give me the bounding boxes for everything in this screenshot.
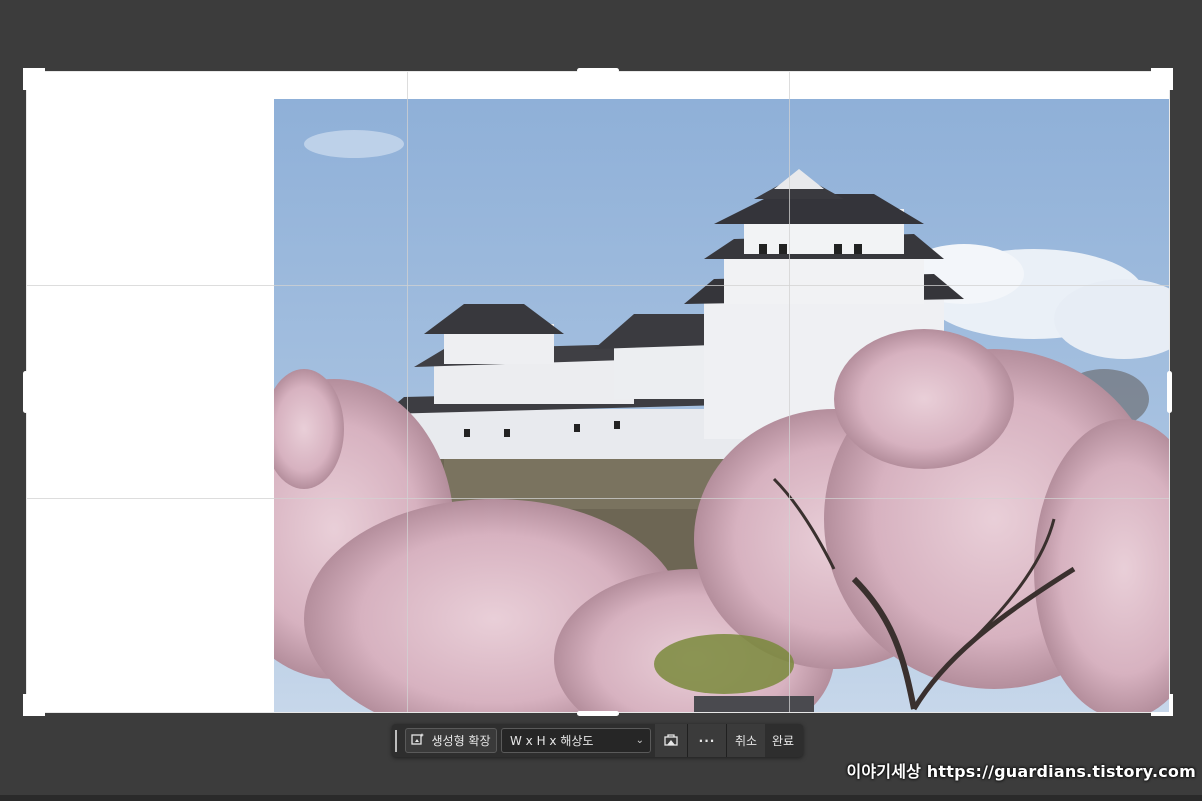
- crop-handle-right[interactable]: [1167, 371, 1172, 413]
- ratio-select[interactable]: W x H x 해상도 ⌄: [501, 728, 651, 753]
- crop-handle-bottom-right[interactable]: [1151, 694, 1173, 716]
- castle-photo: [274, 99, 1170, 713]
- himeji-castle-cherry-blossom-image: [274, 99, 1170, 713]
- generative-expand-button[interactable]: 생성형 확장: [405, 728, 497, 753]
- status-bar: [0, 795, 1202, 801]
- generative-expand-icon: [411, 732, 425, 749]
- cancel-button[interactable]: 취소: [727, 724, 765, 757]
- watermark-text: 이야기세상 https://guardians.tistory.com: [846, 762, 1196, 781]
- taskbar-drag-handle[interactable]: [395, 729, 399, 752]
- ratio-select-value: W x H x 해상도: [510, 734, 594, 748]
- crop-handle-bottom-left[interactable]: [23, 694, 45, 716]
- contextual-taskbar: 생성형 확장 W x H x 해상도 ⌄ ··· 취소 완료: [392, 724, 803, 757]
- crop-grid-line: [26, 285, 1170, 286]
- crop-grid-line: [26, 498, 1170, 499]
- crop-handle-top-left[interactable]: [23, 68, 45, 90]
- clear-button[interactable]: [655, 724, 687, 757]
- crop-handle-bottom[interactable]: [577, 711, 619, 716]
- generative-expand-label: 생성형 확장: [431, 734, 491, 748]
- crop-grid-line: [407, 71, 408, 713]
- chevron-down-icon: ⌄: [635, 735, 644, 746]
- clear-icon: [664, 731, 678, 750]
- crop-grid-line: [789, 71, 790, 713]
- crop-handle-top[interactable]: [577, 68, 619, 73]
- crop-handle-left[interactable]: [23, 371, 28, 413]
- crop-handle-top-right[interactable]: [1151, 68, 1173, 90]
- more-options-button[interactable]: ···: [688, 724, 726, 757]
- workspace: 생성형 확장 W x H x 해상도 ⌄ ··· 취소 완료 이야기세상 htt…: [0, 0, 1202, 801]
- done-button[interactable]: 완료: [765, 724, 801, 757]
